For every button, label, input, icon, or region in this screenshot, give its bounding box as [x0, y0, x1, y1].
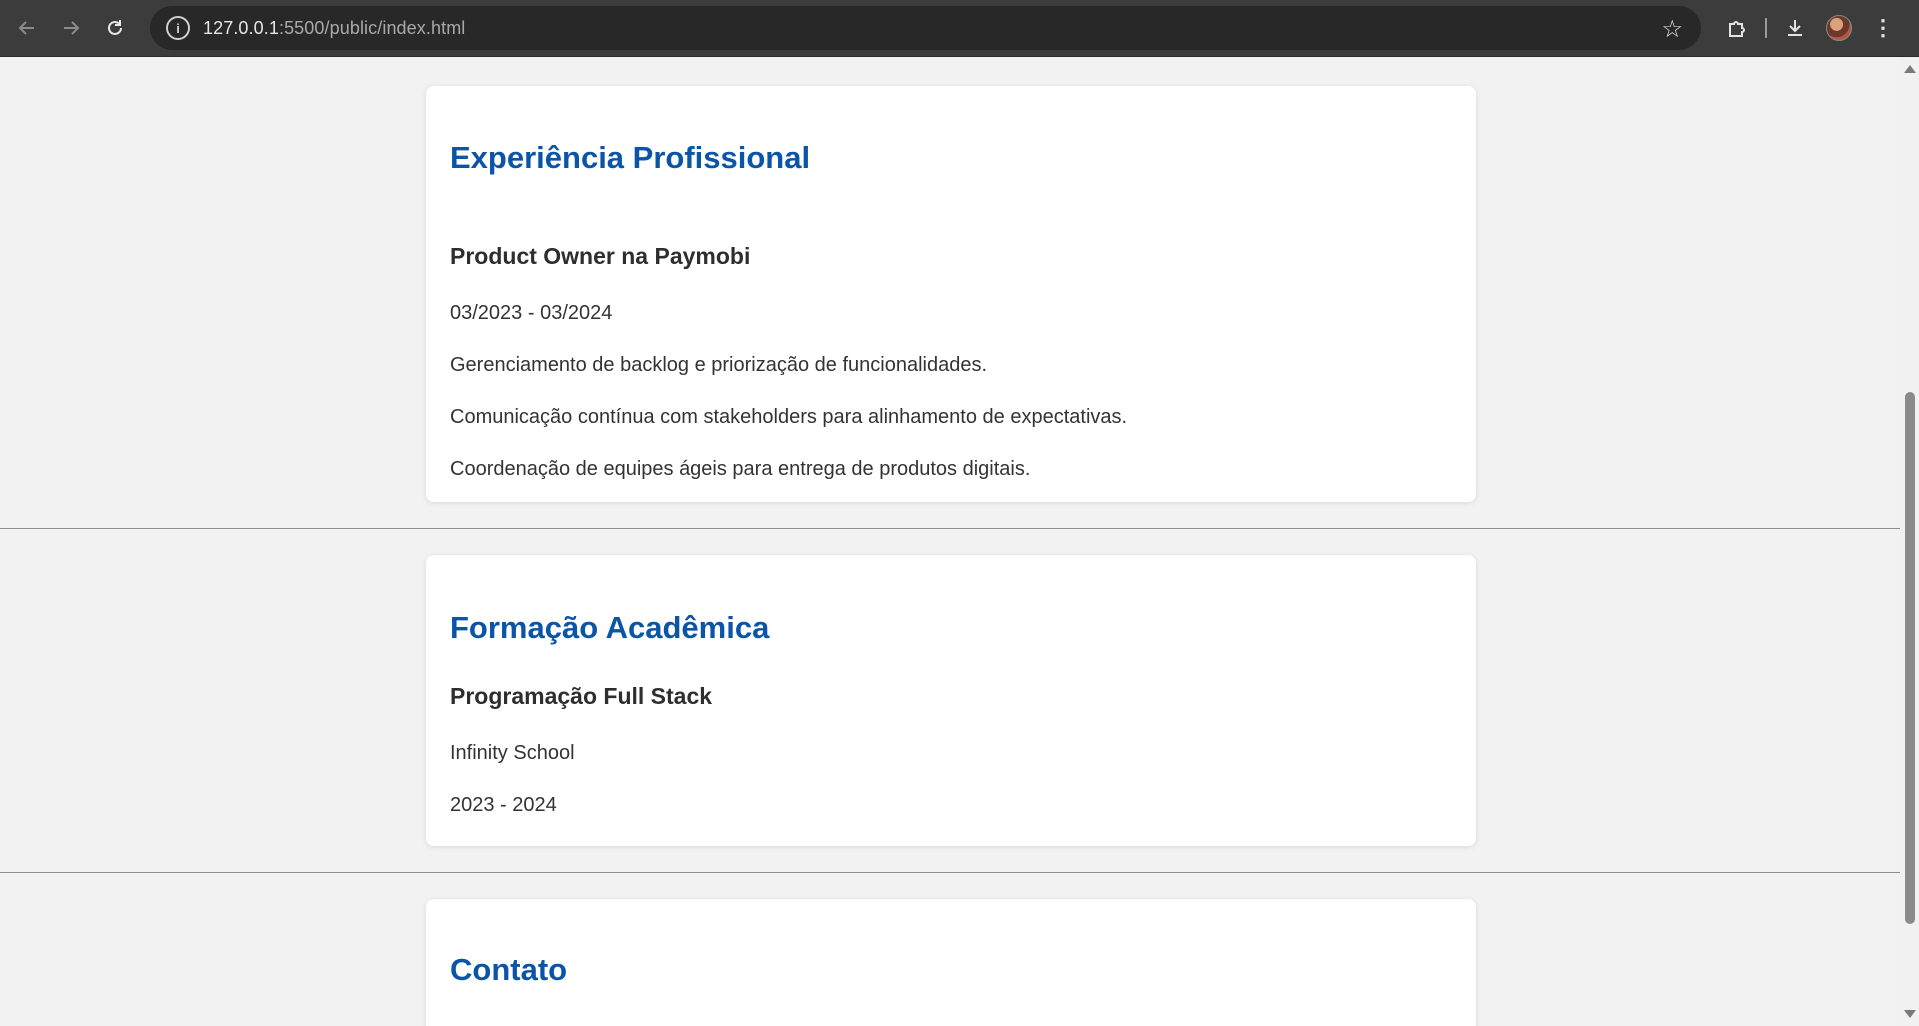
arrow-left-icon	[18, 21, 34, 35]
experience-heading: Experiência Profissional	[450, 140, 811, 175]
reload-icon	[108, 20, 122, 35]
menu-button[interactable]: ⋮	[1861, 6, 1905, 50]
address-bar[interactable]: i 127.0.0.1:5500/public/index.html ☆	[150, 6, 1701, 50]
avatar	[1826, 15, 1852, 41]
course-title: Programação Full Stack	[450, 683, 713, 709]
arrow-right-icon	[64, 21, 80, 35]
download-icon	[1788, 20, 1802, 36]
extensions-button[interactable]	[1715, 6, 1759, 50]
back-button[interactable]	[5, 6, 49, 50]
job-title: Product Owner na Paymobi	[450, 243, 751, 269]
experience-card: Experiência Profissional Product Owner n…	[426, 86, 1476, 502]
star-icon[interactable]: ☆	[1661, 15, 1683, 44]
scrollbar-thumb[interactable]	[1905, 392, 1915, 924]
job-period: 03/2023 - 03/2024	[450, 302, 613, 324]
education-heading: Formação Acadêmica	[450, 610, 770, 645]
institution: Infinity School	[450, 742, 575, 764]
course-period: 2023 - 2024	[450, 794, 557, 816]
kebab-menu-icon: ⋮	[1872, 15, 1894, 40]
section-divider	[0, 872, 1900, 873]
info-icon[interactable]: i	[166, 16, 190, 40]
toolbar-divider	[1765, 18, 1767, 38]
page-viewport: Experiência Profissional Product Owner n…	[0, 57, 1900, 1026]
browser-toolbar: i 127.0.0.1:5500/public/index.html ☆ ⋮	[0, 0, 1919, 57]
vertical-scrollbar[interactable]	[1900, 57, 1919, 1026]
reload-button[interactable]	[93, 6, 137, 50]
contact-heading: Contato	[450, 952, 568, 987]
url-text[interactable]: 127.0.0.1:5500/public/index.html	[203, 18, 465, 39]
section-divider	[0, 528, 1900, 529]
scroll-up-arrow-icon[interactable]	[1904, 65, 1916, 73]
profile-button[interactable]	[1817, 6, 1861, 50]
puzzle-icon	[1729, 21, 1745, 37]
education-card: Formação Acadêmica Programação Full Stac…	[426, 555, 1476, 846]
job-item: Gerenciamento de backlog e priorização d…	[450, 354, 988, 376]
job-item: Coordenação de equipes ágeis para entreg…	[450, 458, 1031, 480]
downloads-button[interactable]	[1773, 6, 1817, 50]
forward-button[interactable]	[49, 6, 93, 50]
contact-card: Contato	[426, 899, 1476, 1026]
job-item: Comunicação contínua com stakeholders pa…	[450, 406, 1128, 428]
scroll-down-arrow-icon[interactable]	[1904, 1010, 1916, 1018]
